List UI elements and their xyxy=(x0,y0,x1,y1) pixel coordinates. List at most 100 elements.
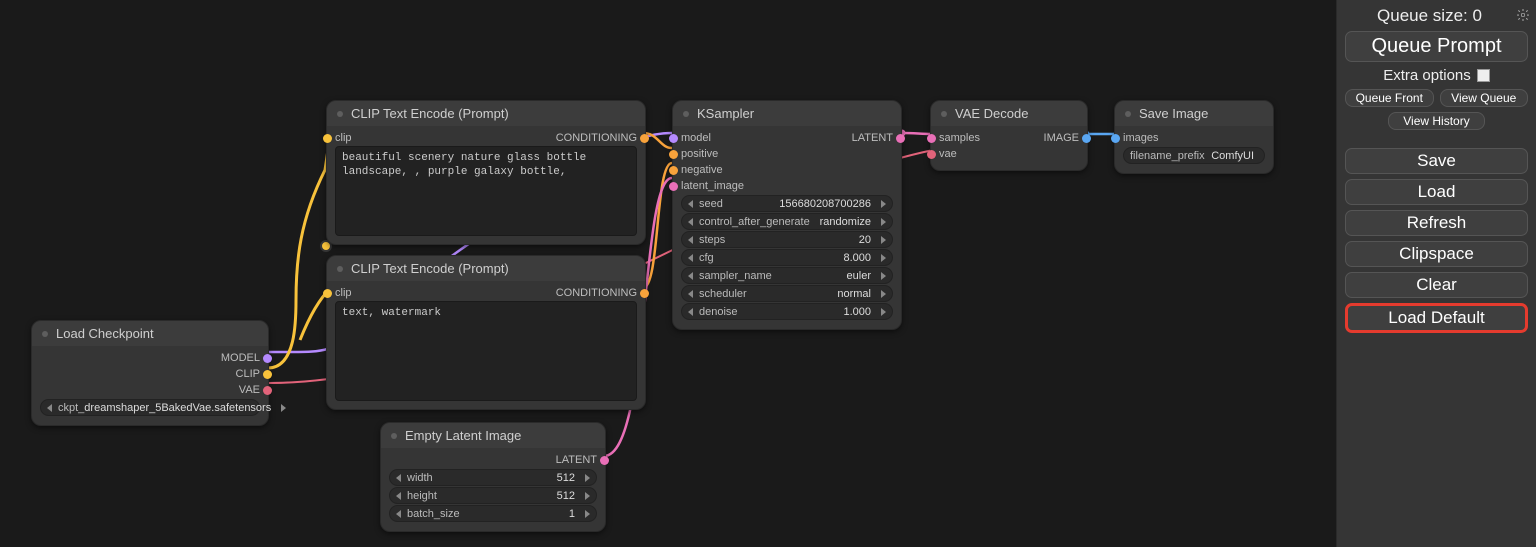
output-image-label: IMAGE xyxy=(1044,132,1079,144)
widget-label: seed xyxy=(699,198,723,210)
extra-options-toggle[interactable]: Extra options xyxy=(1345,67,1528,84)
node-clip-text-encode-positive[interactable]: CLIP Text Encode (Prompt) clip CONDITION… xyxy=(326,100,646,245)
input-latent-image-label: latent_image xyxy=(681,180,744,192)
node-header[interactable]: VAE Decode xyxy=(931,101,1087,126)
chevron-left-icon xyxy=(688,218,693,226)
batch-size-widget[interactable]: batch_size1 xyxy=(389,505,597,522)
widget-label: scheduler xyxy=(699,288,747,300)
output-vae-port[interactable] xyxy=(263,386,272,395)
collapse-dot-icon xyxy=(941,111,947,117)
prompt-textarea[interactable]: text, watermark xyxy=(335,301,637,401)
chevron-right-icon xyxy=(585,474,590,482)
queue-prompt-button[interactable]: Queue Prompt xyxy=(1345,31,1528,62)
chevron-right-icon xyxy=(881,272,886,280)
collapse-dot-icon xyxy=(391,433,397,439)
node-header[interactable]: CLIP Text Encode (Prompt) xyxy=(327,256,645,281)
widget-label: ckpt_ xyxy=(58,402,84,414)
sampler-name-widget[interactable]: sampler_nameeuler xyxy=(681,267,893,284)
input-negative-port[interactable] xyxy=(669,166,678,175)
ckpt-name-widget[interactable]: ckpt_ dreamshaper_5BakedVae.safetensors xyxy=(40,399,260,416)
clear-button[interactable]: Clear xyxy=(1345,272,1528,298)
node-title: Save Image xyxy=(1139,106,1208,121)
height-widget[interactable]: height512 xyxy=(389,487,597,504)
node-header[interactable]: Save Image xyxy=(1115,101,1273,126)
node-clip-text-encode-negative[interactable]: CLIP Text Encode (Prompt) clip CONDITION… xyxy=(326,255,646,410)
gear-icon[interactable] xyxy=(1516,8,1530,22)
widget-label: steps xyxy=(699,234,725,246)
input-clip-port[interactable] xyxy=(323,134,332,143)
chevron-right-icon xyxy=(881,254,886,262)
input-images-port[interactable] xyxy=(1111,134,1120,143)
steps-widget[interactable]: steps20 xyxy=(681,231,893,248)
checkbox-icon[interactable] xyxy=(1477,69,1490,82)
output-model-port[interactable] xyxy=(263,354,272,363)
node-title: Empty Latent Image xyxy=(405,428,521,443)
output-conditioning-port[interactable] xyxy=(640,134,649,143)
input-clip-port[interactable] xyxy=(323,289,332,298)
clipspace-button[interactable]: Clipspace xyxy=(1345,241,1528,267)
node-header[interactable]: Load Checkpoint xyxy=(32,321,268,346)
queue-front-button[interactable]: Queue Front xyxy=(1345,89,1434,107)
widget-label: height xyxy=(407,490,437,502)
prompt-textarea[interactable]: beautiful scenery nature glass bottle la… xyxy=(335,146,637,236)
node-graph-canvas[interactable]: Load Checkpoint MODEL CLIP VAE ckpt_ dre… xyxy=(0,0,1325,547)
chevron-left-icon xyxy=(688,308,693,316)
widget-value: 20 xyxy=(725,234,875,246)
widget-value: 156680208700286 xyxy=(723,198,875,210)
chevron-right-icon xyxy=(585,492,590,500)
input-positive-label: positive xyxy=(681,148,718,160)
node-title: Load Checkpoint xyxy=(56,326,154,341)
widget-value: 512 xyxy=(437,490,579,502)
width-widget[interactable]: width512 xyxy=(389,469,597,486)
output-image-port[interactable] xyxy=(1082,134,1091,143)
output-conditioning-port[interactable] xyxy=(640,289,649,298)
extra-options-label: Extra options xyxy=(1383,67,1471,84)
control-after-generate-widget[interactable]: control_after_generaterandomize xyxy=(681,213,893,230)
collapse-dot-icon xyxy=(42,331,48,337)
output-clip-port[interactable] xyxy=(263,370,272,379)
load-button[interactable]: Load xyxy=(1345,179,1528,205)
node-save-image[interactable]: Save Image images filename_prefix ComfyU… xyxy=(1114,100,1274,174)
view-history-button[interactable]: View History xyxy=(1388,112,1484,130)
node-empty-latent-image[interactable]: Empty Latent Image LATENT width512 heigh… xyxy=(380,422,606,532)
node-vae-decode[interactable]: VAE Decode samples IMAGE vae xyxy=(930,100,1088,171)
load-default-button[interactable]: Load Default xyxy=(1345,303,1528,333)
collapse-dot-icon xyxy=(337,111,343,117)
output-clip-label: CLIP xyxy=(236,368,260,380)
filename-prefix-widget[interactable]: filename_prefix ComfyUI xyxy=(1123,147,1265,164)
widget-label: batch_size xyxy=(407,508,460,520)
widget-value: dreamshaper_5BakedVae.safetensors xyxy=(84,402,275,414)
widget-label: width xyxy=(407,472,433,484)
node-ksampler[interactable]: KSampler model LATENT positive negative … xyxy=(672,100,902,330)
refresh-button[interactable]: Refresh xyxy=(1345,210,1528,236)
chevron-right-icon xyxy=(881,200,886,208)
node-header[interactable]: KSampler xyxy=(673,101,901,126)
chevron-right-icon xyxy=(881,218,886,226)
input-positive-port[interactable] xyxy=(669,150,678,159)
view-queue-button[interactable]: View Queue xyxy=(1440,89,1529,107)
widget-value: ComfyUI xyxy=(1205,150,1258,162)
widget-value: randomize xyxy=(810,216,875,228)
chevron-left-icon xyxy=(396,492,401,500)
input-model-port[interactable] xyxy=(669,134,678,143)
denoise-widget[interactable]: denoise1.000 xyxy=(681,303,893,320)
chevron-right-icon xyxy=(881,236,886,244)
node-load-checkpoint[interactable]: Load Checkpoint MODEL CLIP VAE ckpt_ dre… xyxy=(31,320,269,426)
scheduler-widget[interactable]: schedulernormal xyxy=(681,285,893,302)
node-header[interactable]: Empty Latent Image xyxy=(381,423,605,448)
output-latent-port[interactable] xyxy=(896,134,905,143)
seed-widget[interactable]: seed156680208700286 xyxy=(681,195,893,212)
widget-label: control_after_generate xyxy=(699,216,810,228)
widget-label: cfg xyxy=(699,252,714,264)
widget-value: 1 xyxy=(460,508,579,520)
input-vae-label: vae xyxy=(939,148,957,160)
save-button[interactable]: Save xyxy=(1345,148,1528,174)
output-latent-label: LATENT xyxy=(556,454,597,466)
input-vae-port[interactable] xyxy=(927,150,936,159)
input-latent-image-port[interactable] xyxy=(669,182,678,191)
chevron-left-icon xyxy=(47,404,52,412)
node-header[interactable]: CLIP Text Encode (Prompt) xyxy=(327,101,645,126)
cfg-widget[interactable]: cfg8.000 xyxy=(681,249,893,266)
output-latent-port[interactable] xyxy=(600,456,609,465)
input-samples-port[interactable] xyxy=(927,134,936,143)
